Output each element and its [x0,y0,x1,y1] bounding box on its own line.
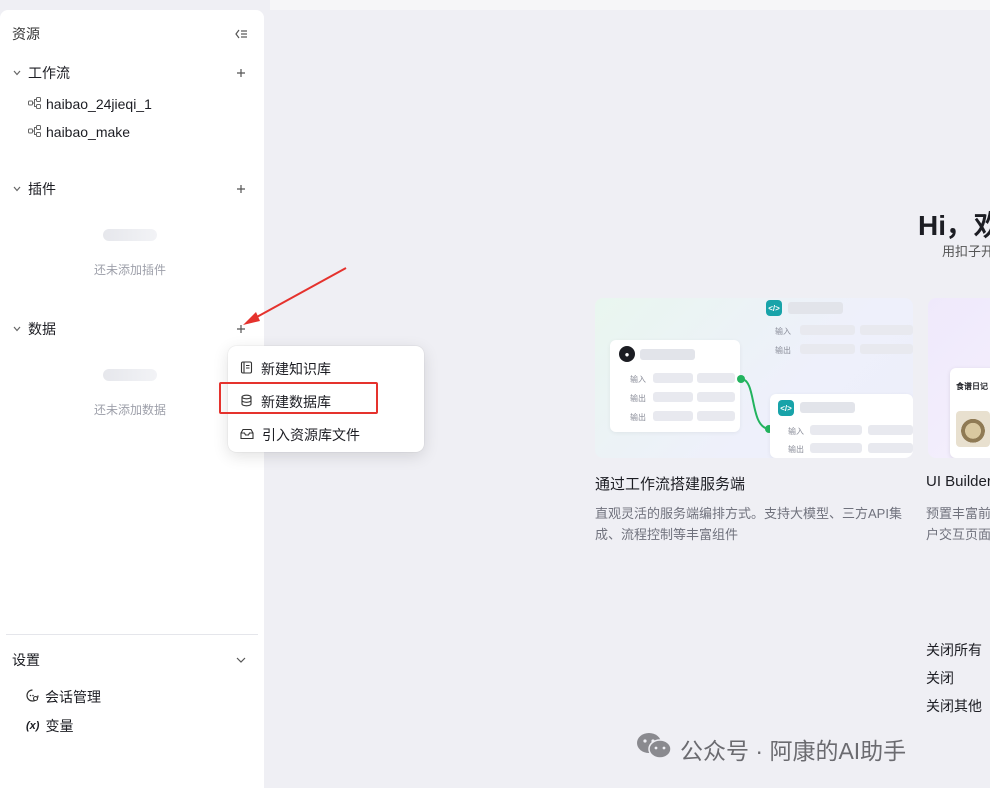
preview-bar [640,349,695,360]
sidebar-divider [6,634,258,635]
ui-builder-card-title[interactable]: UI Builder [926,473,990,490]
sidebar-title: 资源 [12,26,40,42]
workflow-card-preview[interactable]: </> 输入 输出 ● 输入 输出 输出 </> 输入 输出 [595,298,913,458]
preview-bar [800,344,855,354]
preview-bar [653,373,693,383]
food-image [956,411,990,447]
ui-builder-card-desc: 预置丰富前 户交互页面 [926,503,990,545]
main-top-strip [270,0,990,10]
ui-builder-desc-line: 预置丰富前 [926,506,990,521]
data-empty-text: 还未添加数据 [93,403,166,417]
phone-preview-title: 食谱日记 [956,382,988,391]
settings-section-header[interactable]: 设置 [12,648,248,672]
ui-builder-desc-line: 户交互页面 [926,527,990,542]
watermark-text: 公众号 · 阿康的AI助手 [680,738,907,764]
chevron-down-icon[interactable] [234,655,248,665]
import-library-file-item[interactable]: 引入资源库文件 [228,418,424,451]
preview-bar [697,392,735,402]
start-node-preview: ● 输入 输出 输出 [610,340,740,432]
plugin-empty-state: 还未添加插件 [12,229,248,278]
close-item[interactable]: 关闭 [926,664,982,692]
workflow-section-header[interactable]: 工作流 [12,61,248,85]
plugin-section-title: 插件 [28,181,56,197]
chevron-down-icon [12,324,22,334]
tab-context-menu: 关闭所有 关闭 关闭其他 [926,636,982,720]
highlight-box [219,382,378,414]
settings-section: 设置 会话管理 (x) 变量 [12,648,248,740]
wechat-icon [636,732,672,766]
chat-settings-icon [26,688,39,705]
preview-bar [788,302,843,314]
dropdown-item-label: 引入资源库文件 [262,426,360,443]
preview-input-tag: 输入 [775,327,791,336]
close-all-item[interactable]: 关闭所有 [926,636,982,664]
preview-bar [810,443,862,453]
plugin-section-header[interactable]: 插件 [12,177,248,201]
settings-item-conversation[interactable]: 会话管理 [12,682,248,711]
workflow-section-title: 工作流 [28,65,70,81]
code-node-preview: </> 输入 输出 [770,394,913,458]
dropdown-item-label: 新建知识库 [261,360,331,377]
settings-item-label: 变量 [45,717,74,734]
knowledge-base-icon [240,360,253,377]
start-node-icon: ● [619,346,635,362]
preview-bar [697,373,735,383]
workflow-item[interactable]: haibao_24jieqi_1 [12,90,248,118]
preview-input-tag: 输入 [630,375,646,384]
import-file-icon [240,427,254,443]
preview-end-tag: 输出 [630,413,646,422]
preview-bar [697,411,735,421]
workflow-icon [28,124,41,140]
plugin-section: 插件 还未添加插件 [12,177,248,278]
preview-output-tag: 输出 [630,394,646,403]
code-node-icon: </> [778,400,794,416]
close-others-item[interactable]: 关闭其他 [926,692,982,720]
data-section-header[interactable]: 数据 [12,317,248,341]
preview-bar [868,443,913,453]
workflow-item-label: haibao_make [46,124,131,140]
watermark: 公众号 · 阿康的AI助手 [636,732,906,766]
empty-illustration [103,229,157,241]
new-knowledge-base-item[interactable]: 新建知识库 [228,352,424,385]
add-workflow-button[interactable] [234,66,248,80]
collapse-sidebar-icon[interactable] [234,27,248,41]
greeting-title: Hi，欢 [918,210,990,241]
sidebar-header: 资源 [12,24,248,44]
workflow-card-title[interactable]: 通过工作流搭建服务端 [595,473,745,494]
data-section: 数据 还未添加数据 [12,317,248,418]
preview-bar [653,411,693,421]
phone-preview: 食谱日记 [950,368,990,458]
preview-bar [810,425,862,435]
preview-output-tag: 输出 [775,346,791,355]
workflow-section: 工作流 haibao_24jieqi_1 haibao_make [12,61,248,146]
code-node-icon: </> [766,300,782,316]
plugin-empty-text: 还未添加插件 [93,263,166,277]
add-plugin-button[interactable] [234,182,248,196]
workflow-card-desc: 直观灵活的服务端编排方式。支持大模型、三方API集成、流程控制等丰富组件 [595,506,902,542]
preview-bar [800,325,855,335]
preview-bar [800,402,855,413]
data-empty-state: 还未添加数据 [12,369,248,418]
variable-icon: (x) [26,719,40,732]
preview-input-tag: 输入 [788,427,804,436]
add-data-button[interactable] [234,322,248,336]
preview-bar [653,392,693,402]
preview-bar [868,425,913,435]
data-section-title: 数据 [28,321,56,337]
settings-item-variable[interactable]: (x) 变量 [12,711,248,740]
preview-output-tag: 输出 [788,445,804,454]
ui-builder-card-preview[interactable]: 食谱日记 [928,298,990,458]
workflow-item[interactable]: haibao_make [12,118,248,146]
greeting-subtitle: 用扣子开 [942,244,990,259]
workflow-item-label: haibao_24jieqi_1 [46,96,152,112]
chevron-down-icon [12,184,22,194]
preview-bar [860,325,913,335]
workflow-icon [28,96,41,112]
chevron-down-icon [12,68,22,78]
empty-illustration [103,369,157,381]
preview-bar [860,344,913,354]
settings-item-label: 会话管理 [45,688,101,705]
settings-section-title: 设置 [12,652,40,668]
